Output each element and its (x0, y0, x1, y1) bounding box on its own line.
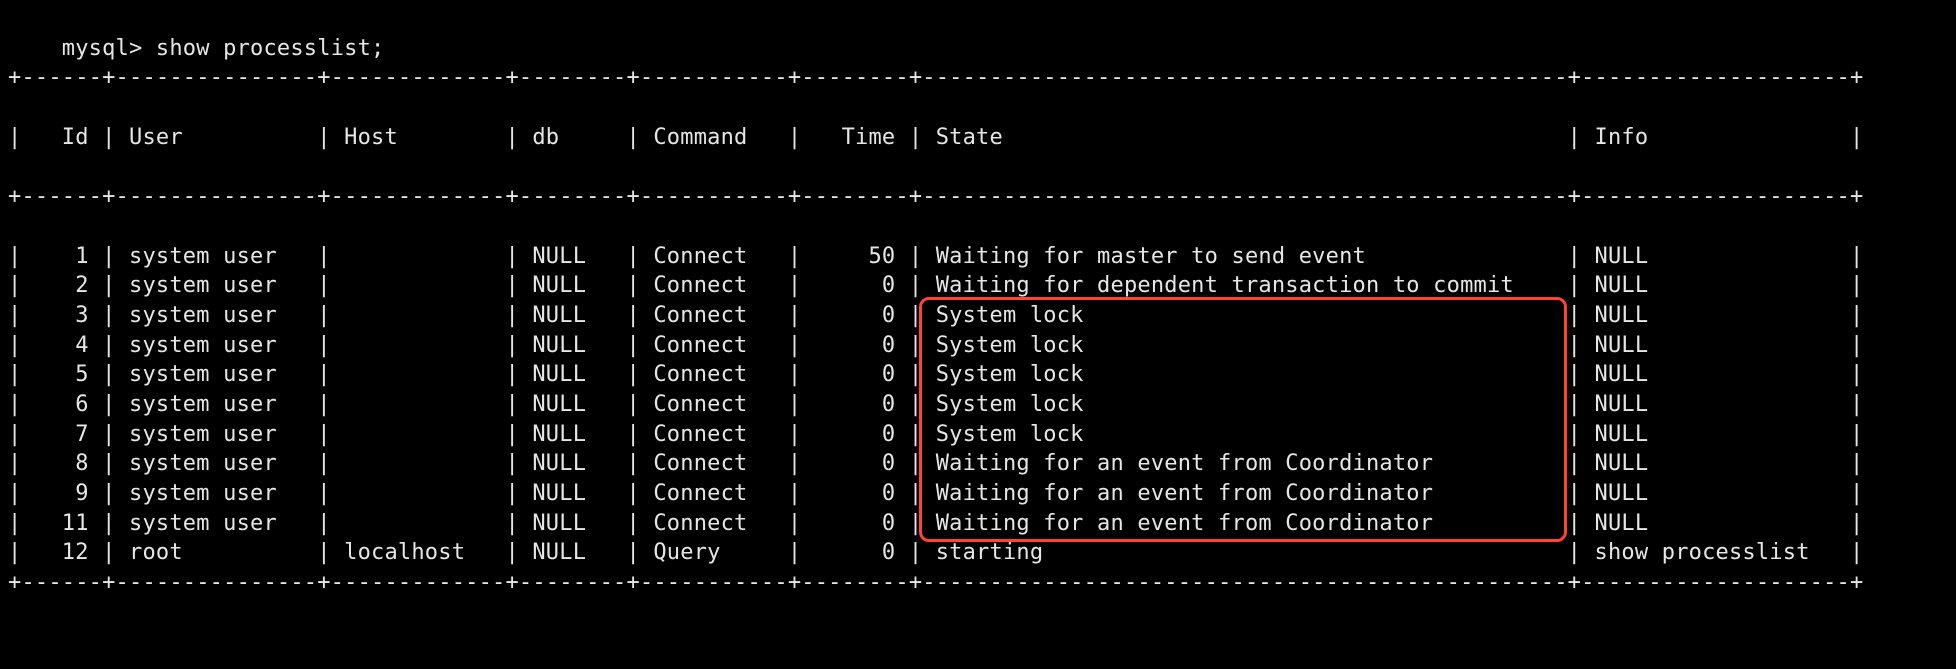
table-row: | 11 | system user | | NULL | Connect | … (8, 509, 1863, 539)
table-row: | 8 | system user | | NULL | Connect | 0… (8, 449, 1863, 479)
entered-command: show processlist; (156, 36, 385, 61)
table-border-bottom: +------+---------------+-------------+--… (8, 568, 1863, 598)
table-row: | 2 | system user | | NULL | Connect | 0… (8, 271, 1863, 301)
table-border-mid: +------+---------------+-------------+--… (8, 182, 1863, 212)
terminal-wrapper: mysql> show processlist; +------+-------… (0, 0, 1871, 669)
table-row: | 12 | root | localhost | NULL | Query |… (8, 538, 1863, 568)
table-row: | 9 | system user | | NULL | Connect | 0… (8, 479, 1863, 509)
table-row: | 1 | system user | | NULL | Connect | 5… (8, 242, 1863, 272)
table-row: | 7 | system user | | NULL | Connect | 0… (8, 420, 1863, 450)
prompt-line: mysql> show processlist; (62, 36, 385, 61)
terminal-output: mysql> show processlist; +------+-------… (0, 0, 1871, 669)
table-header-row: | Id | User | Host | db | Command | Time… (8, 123, 1863, 153)
table-row: | 4 | system user | | NULL | Connect | 0… (8, 331, 1863, 361)
table-row: | 5 | system user | | NULL | Connect | 0… (8, 360, 1863, 390)
table-border-top: +------+---------------+-------------+--… (8, 63, 1863, 93)
table-row: | 3 | system user | | NULL | Connect | 0… (8, 301, 1863, 331)
table-row: | 6 | system user | | NULL | Connect | 0… (8, 390, 1863, 420)
prompt-prefix: mysql> (62, 36, 156, 61)
table-body: | 1 | system user | | NULL | Connect | 5… (8, 242, 1863, 569)
